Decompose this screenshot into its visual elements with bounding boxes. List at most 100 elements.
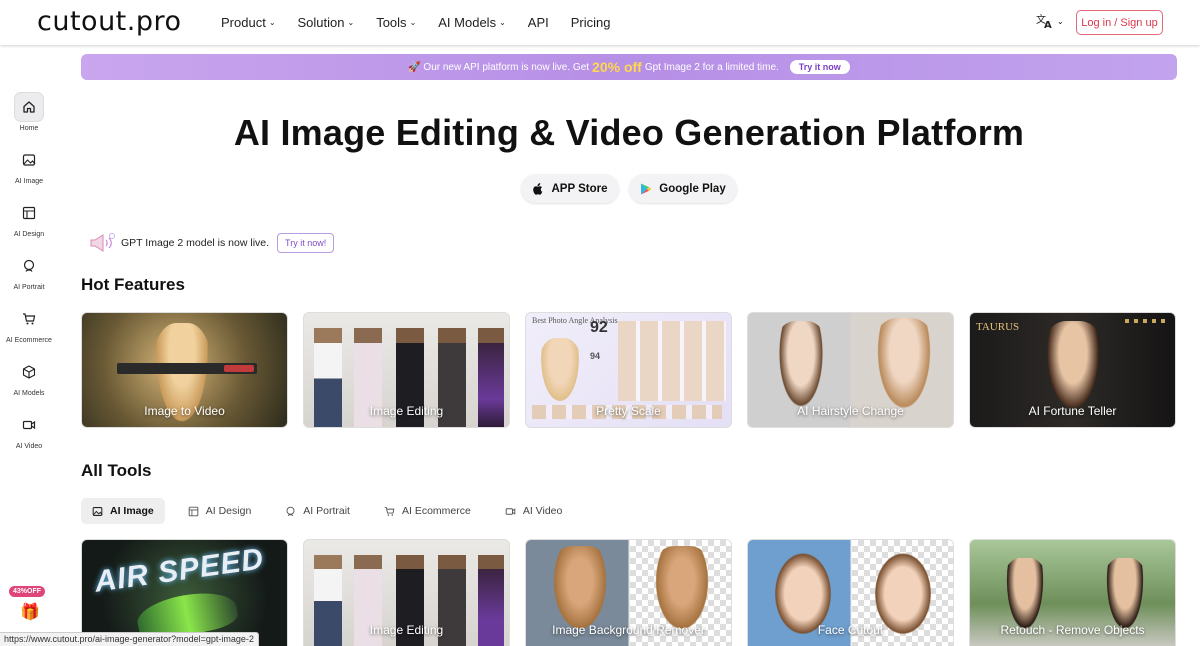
card-label: AI Fortune Teller xyxy=(1028,404,1117,418)
nav-solution[interactable]: Solution ⌄ xyxy=(298,15,355,30)
tab-ai-portrait[interactable]: AI Portrait xyxy=(274,498,361,524)
card-label: Image Editing xyxy=(369,404,444,418)
nav-tools[interactable]: Tools ⌄ xyxy=(376,15,416,30)
app-store-label: APP Store xyxy=(551,182,608,195)
sidebar-item-ai-video[interactable]: AI Video xyxy=(0,410,58,450)
megaphone-icon xyxy=(90,233,115,252)
svg-text:A: A xyxy=(1044,20,1052,29)
card-image xyxy=(618,321,726,401)
top-navbar: cutout.pro Product ⌄ Solution ⌄ Tools ⌄ AI … xyxy=(0,0,1200,45)
feature-card-pretty-scale[interactable]: Best Photo Angle Analysis 92 94 Pretty S… xyxy=(525,312,732,428)
app-store-button[interactable]: APP Store xyxy=(521,174,619,203)
main-nav: Product ⌄ Solution ⌄ Tools ⌄ AI Models ⌄ API… xyxy=(221,15,633,30)
tab-label: AI Image xyxy=(110,505,154,517)
image-icon xyxy=(92,506,103,516)
cart-icon xyxy=(14,304,44,334)
tab-ai-ecommerce[interactable]: AI Ecommerce xyxy=(373,498,482,524)
portrait-icon xyxy=(14,251,44,281)
translate-icon: 文A xyxy=(1036,13,1052,29)
language-switcher[interactable]: 文A ⌄ xyxy=(1036,13,1064,29)
sidebar-item-label: AI Image xyxy=(14,178,43,185)
layout-icon xyxy=(14,198,44,228)
notice-text: GPT Image 2 model is now live. xyxy=(121,237,270,249)
tool-card-ai-image-generator[interactable]: AIR SPEED xyxy=(81,539,288,646)
sidebar-item-label: AI Models xyxy=(13,390,45,397)
feature-card-image-to-video[interactable]: Image to Video xyxy=(81,312,288,428)
logo[interactable]: cutout.pro xyxy=(37,6,182,37)
nav-product[interactable]: Product ⌄ xyxy=(221,15,276,30)
sidebar-item-label: AI Ecommerce xyxy=(6,337,52,344)
sidebar-item-ai-models[interactable]: AI Models xyxy=(0,357,58,397)
tools-tabs: AI Image AI Design AI Portrait AI Ecomme… xyxy=(81,498,585,524)
card-label: Face Cutout xyxy=(817,623,884,637)
cube-icon xyxy=(14,357,44,387)
sidebar-item-ai-design[interactable]: AI Design xyxy=(0,198,58,238)
discount-badge[interactable]: 43%OFF xyxy=(9,586,46,597)
login-signup-button[interactable]: Log in / Sign up xyxy=(1076,10,1163,35)
card-image xyxy=(1125,319,1170,323)
feature-card-image-editing[interactable]: Image Editing xyxy=(303,312,510,428)
tab-ai-design[interactable]: AI Design xyxy=(177,498,263,524)
tab-label: AI Design xyxy=(205,505,252,517)
card-label: AI Hairstyle Change xyxy=(797,404,904,418)
chevron-down-icon: ⌄ xyxy=(1057,16,1064,26)
promo-banner: 🚀 Our new API platform is now live. Get … xyxy=(81,54,1177,80)
portrait-icon xyxy=(286,506,295,516)
tab-label: AI Ecommerce xyxy=(401,505,471,517)
card-image-overlay xyxy=(117,363,257,374)
chevron-down-icon: ⌄ xyxy=(347,18,355,27)
layout-icon xyxy=(188,506,199,516)
tab-ai-image[interactable]: AI Image xyxy=(81,498,165,524)
card-label: Pretty Scale xyxy=(596,404,661,418)
hot-features-heading: Hot Features xyxy=(81,275,185,294)
chevron-down-icon: ⌄ xyxy=(499,18,506,27)
banner-discount: 20% off xyxy=(592,59,642,75)
feature-card-hairstyle[interactable]: AI Hairstyle Change xyxy=(747,312,954,428)
card-image-text: TAURUS xyxy=(976,321,1020,333)
card-label: Image Background Remover xyxy=(552,623,705,637)
sidebar-item-ai-ecommerce[interactable]: AI Ecommerce xyxy=(0,304,58,344)
banner-text-suffix: Gpt Image 2 for a limited time. xyxy=(644,61,779,73)
tab-label: AI Portrait xyxy=(303,505,350,517)
google-play-icon xyxy=(641,183,652,194)
card-image-subscore: 94 xyxy=(590,351,601,361)
nav-label: Pricing xyxy=(570,15,611,30)
card-image-score: 92 xyxy=(590,319,608,336)
google-play-label: Google Play xyxy=(659,182,726,195)
page-title: AI Image Editing & Video Generation Plat… xyxy=(233,112,1025,153)
cart-icon xyxy=(384,506,395,516)
model-notice: GPT Image 2 model is now live. Try it no… xyxy=(88,232,335,254)
video-icon xyxy=(14,410,44,440)
nav-api[interactable]: API xyxy=(528,15,549,30)
tool-card-retouch-remove-objects[interactable]: Retouch - Remove Objects xyxy=(969,539,1176,646)
feature-card-fortune-teller[interactable]: TAURUS AI Fortune Teller xyxy=(969,312,1176,428)
tool-card-background-remover[interactable]: Image Background Remover xyxy=(525,539,732,646)
sidebar-item-label: AI Portrait xyxy=(13,284,45,291)
nav-ai-models[interactable]: AI Models ⌄ xyxy=(438,15,506,30)
nav-label: Solution xyxy=(297,15,345,30)
tool-card-face-cutout[interactable]: Face Cutout xyxy=(747,539,954,646)
nav-label: AI Models xyxy=(438,15,497,30)
sidebar-item-label: AI Design xyxy=(13,231,45,238)
tab-ai-video[interactable]: AI Video xyxy=(494,498,574,524)
nav-label: API xyxy=(527,15,549,30)
card-label: Retouch - Remove Objects xyxy=(1000,623,1145,637)
card-label: Image Editing xyxy=(369,623,444,637)
gift-icon[interactable]: 🎁 xyxy=(20,602,40,622)
tool-card-image-editing[interactable]: Image Editing xyxy=(303,539,510,646)
banner-try-button[interactable]: Try it now xyxy=(789,60,850,74)
nav-label: Product xyxy=(221,15,266,30)
sidebar-item-ai-portrait[interactable]: AI Portrait xyxy=(0,251,58,291)
apple-icon xyxy=(533,182,543,195)
video-icon xyxy=(505,507,516,515)
card-image-art-text: AIR SPEED xyxy=(92,542,267,599)
all-tools-heading: All Tools xyxy=(81,461,152,480)
card-label: Image to Video xyxy=(144,404,225,418)
banner-text: 🚀 Our new API platform is now live. Get xyxy=(408,61,590,73)
notice-try-button[interactable]: Try it now! xyxy=(277,233,335,253)
google-play-button[interactable]: Google Play xyxy=(629,174,737,203)
status-bar-url: https://www.cutout.pro/ai-image-generato… xyxy=(0,632,259,646)
sidebar-item-label: AI Video xyxy=(15,443,43,450)
nav-pricing[interactable]: Pricing xyxy=(571,15,611,30)
card-image xyxy=(538,338,582,408)
